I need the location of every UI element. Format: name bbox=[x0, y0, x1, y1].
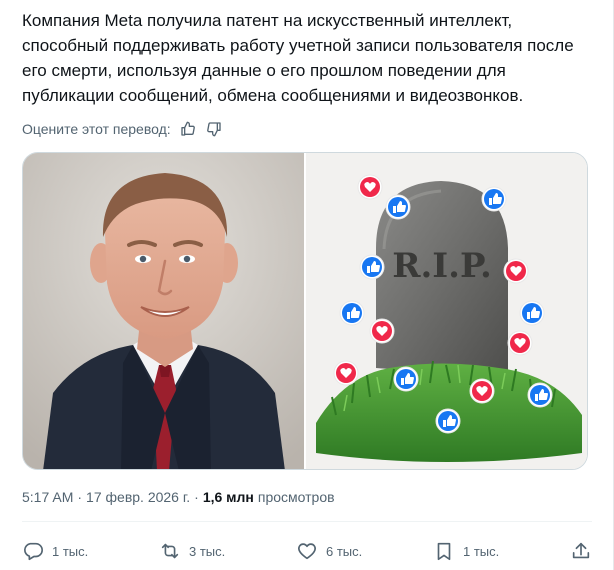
tweet-date[interactable]: 17 февр. 2026 г. bbox=[86, 489, 190, 505]
bookmark-button[interactable]: 1 тыс. bbox=[433, 540, 499, 562]
portrait-illustration bbox=[23, 153, 304, 469]
views-count: 1,6 млн bbox=[202, 489, 254, 505]
media-image-portrait[interactable] bbox=[23, 153, 304, 469]
reply-icon bbox=[24, 542, 43, 561]
tweet-actions: 1 тыс. 3 тыс. 6 тыс. 1 тыс. bbox=[22, 537, 592, 565]
media-image-tombstone[interactable]: R.I.P. bbox=[306, 153, 587, 469]
repost-icon bbox=[161, 543, 179, 559]
reply-count: 1 тыс. bbox=[52, 543, 89, 559]
repost-count: 3 тыс. bbox=[189, 543, 226, 559]
divider bbox=[22, 521, 592, 522]
share-icon bbox=[572, 542, 590, 559]
like-count: 6 тыс. bbox=[326, 543, 363, 559]
like-button[interactable]: 6 тыс. bbox=[296, 540, 362, 562]
tweet-time[interactable]: 5:17 AM bbox=[22, 489, 73, 505]
reply-button[interactable]: 1 тыс. bbox=[22, 540, 88, 562]
meta-separator: · bbox=[77, 489, 83, 505]
tweet-text: Компания Meta получила патент на искусст… bbox=[22, 11, 574, 105]
heart-icon bbox=[298, 543, 316, 560]
thumbs-up-icon[interactable] bbox=[179, 120, 197, 138]
bookmark-icon bbox=[437, 542, 451, 561]
views-label: просмотров bbox=[257, 489, 335, 505]
translation-rating: Оцените этот перевод: bbox=[22, 118, 223, 140]
bookmark-count: 1 тыс. bbox=[463, 543, 500, 559]
thumbs-down-icon[interactable] bbox=[205, 120, 223, 138]
share-button[interactable] bbox=[570, 540, 592, 562]
tombstone-illustration: R.I.P. bbox=[306, 153, 587, 469]
repost-button[interactable]: 3 тыс. bbox=[159, 540, 225, 562]
meta-separator-2: · bbox=[194, 489, 199, 505]
translation-rating-label: Оцените этот перевод: bbox=[22, 121, 171, 137]
tweet-media[interactable]: R.I.P. bbox=[22, 152, 588, 470]
tombstone-text: R.I.P. bbox=[392, 246, 492, 286]
tweet-meta: 5:17 AM · 17 февр. 2026 г. · 1,6 млн про… bbox=[22, 487, 335, 507]
